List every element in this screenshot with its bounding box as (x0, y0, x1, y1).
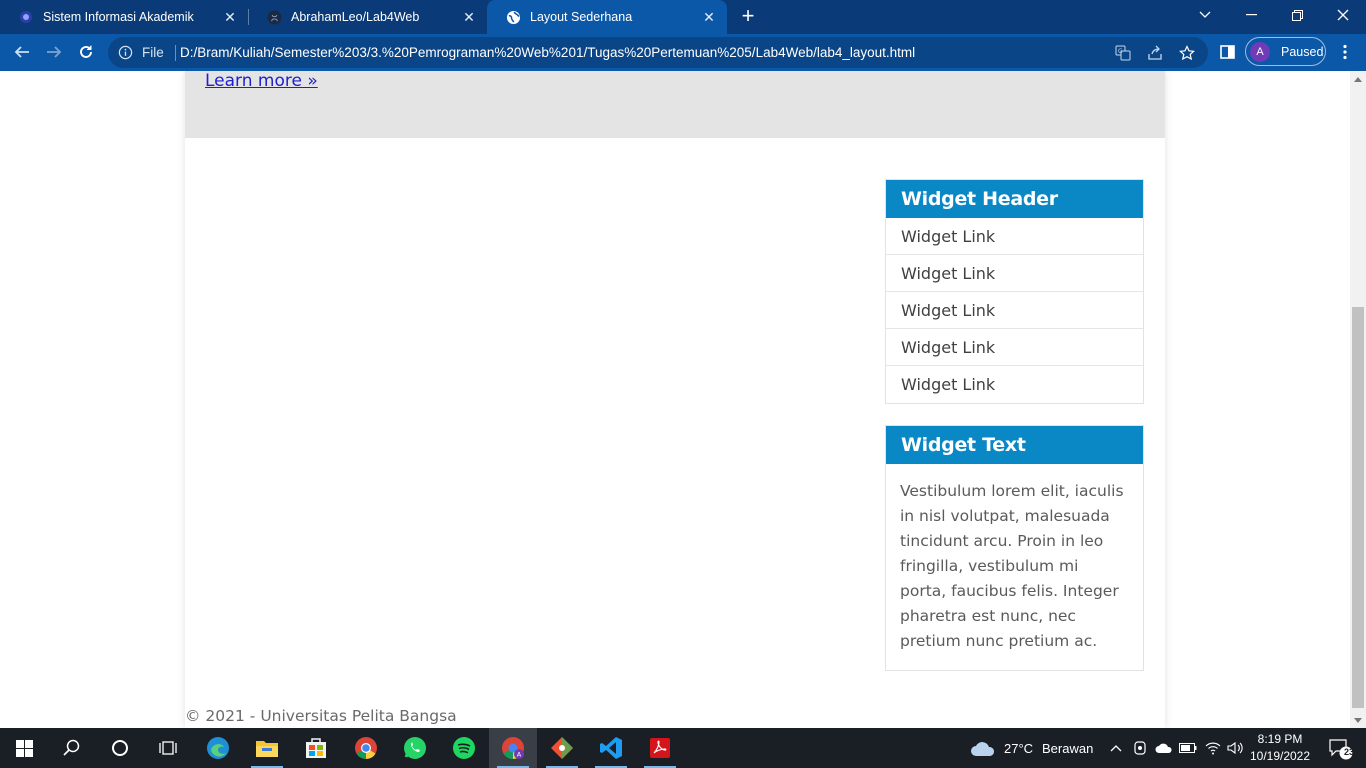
tab-title: Sistem Informasi Akademik (43, 10, 194, 24)
close-window-button[interactable] (1320, 0, 1366, 30)
weather-condition[interactable]: Berawan (1042, 741, 1093, 756)
info-icon[interactable] (118, 45, 133, 60)
cortana-icon[interactable] (96, 728, 144, 768)
url-text[interactable]: D:/Bram/Kuliah/Semester%203/3.%20Pemrogr… (180, 45, 915, 60)
weather-cloud-icon[interactable] (960, 728, 1006, 768)
whatsapp-icon[interactable] (391, 728, 439, 768)
more-menu-icon[interactable] (1333, 40, 1357, 64)
notification-count: 23 (1344, 747, 1355, 757)
edge-icon[interactable] (194, 728, 242, 768)
profile-status: Paused (1281, 44, 1324, 59)
page-container: Learn more » Widget Header Widget Link W… (185, 71, 1165, 728)
profile-button[interactable]: A Paused (1245, 37, 1326, 66)
tab-title: Layout Sederhana (530, 10, 633, 24)
svg-text:A: A (517, 751, 522, 759)
chrome-icon[interactable] (342, 728, 390, 768)
battery-icon[interactable] (1178, 728, 1198, 768)
acrobat-reader-icon[interactable] (636, 728, 684, 768)
onedrive-cloud-icon[interactable] (1154, 728, 1174, 768)
new-tab-button[interactable]: + (736, 5, 760, 29)
notification-center-icon[interactable]: 23 (1318, 728, 1362, 768)
clock-date: 10/19/2022 (1249, 749, 1311, 763)
share-icon[interactable] (1146, 44, 1163, 61)
university-favicon-icon (18, 9, 34, 25)
microsoft-store-icon[interactable] (292, 728, 340, 768)
side-panel-icon[interactable] (1215, 40, 1239, 64)
weather-temperature[interactable]: 27°C (1004, 741, 1033, 756)
widget-link[interactable]: Widget Link (886, 366, 1143, 403)
reload-icon[interactable] (74, 40, 98, 64)
clock-time: 8:19 PM (1257, 732, 1303, 746)
close-tab-icon[interactable]: ✕ (701, 9, 717, 25)
forward-arrow-icon[interactable] (42, 40, 66, 64)
task-view-icon[interactable] (144, 728, 192, 768)
page-viewport: Learn more » Widget Header Widget Link W… (0, 71, 1350, 728)
scroll-up-arrow-icon[interactable] (1350, 71, 1366, 87)
widget-link[interactable]: Widget Link (886, 218, 1143, 255)
vscode-icon[interactable] (587, 728, 635, 768)
tab-sistem-informasi-akademik[interactable]: Sistem Informasi Akademik ✕ (0, 0, 248, 34)
minimize-button[interactable] (1228, 0, 1274, 30)
close-tab-icon[interactable]: ✕ (461, 9, 477, 25)
globe-icon (505, 9, 521, 25)
chevron-up-icon[interactable] (1106, 728, 1126, 768)
svg-text:G: G (1118, 48, 1123, 55)
tab-title: AbrahamLeo/Lab4Web (291, 10, 420, 24)
wifi-icon[interactable] (1203, 728, 1223, 768)
widget-header: Widget Text (886, 426, 1143, 464)
widget-link[interactable]: Widget Link (886, 255, 1143, 292)
browser-toolbar: File D:/Bram/Kuliah/Semester%203/3.%20Pe… (0, 34, 1366, 71)
windows-taskbar: A 27°C Berawan 8:19 PM 10/19/2022 23 (0, 728, 1366, 768)
tab-strip: Sistem Informasi Akademik ✕ AbrahamLeo/L… (0, 0, 1366, 34)
close-tab-icon[interactable]: ✕ (222, 9, 238, 25)
tab-github-lab4web[interactable]: AbrahamLeo/Lab4Web ✕ (248, 0, 487, 34)
scroll-down-arrow-icon[interactable] (1350, 712, 1366, 728)
avatar: A (1250, 41, 1270, 62)
widget-links: Widget Header Widget Link Widget Link Wi… (885, 179, 1144, 404)
file-explorer-icon[interactable] (243, 728, 291, 768)
spotify-icon[interactable] (440, 728, 488, 768)
widget-link[interactable]: Widget Link (886, 292, 1143, 329)
widget-link[interactable]: Widget Link (886, 329, 1143, 366)
widget-header: Widget Header (886, 180, 1143, 218)
vertical-scrollbar[interactable] (1350, 71, 1366, 728)
system-clock[interactable]: 8:19 PM 10/19/2022 (1244, 731, 1316, 765)
widget-text-box: Widget Text Vestibulum lorem elit, iacul… (885, 425, 1144, 671)
learn-more-link[interactable]: Learn more » (205, 71, 318, 91)
widget-body-text: Vestibulum lorem elit, iaculis in nisl v… (900, 482, 1124, 650)
page-footer: © 2021 - Universitas Pelita Bangsa (185, 707, 457, 725)
volume-icon[interactable] (1225, 728, 1245, 768)
address-bar[interactable]: File D:/Bram/Kuliah/Semester%203/3.%20Pe… (108, 37, 1208, 68)
address-divider (175, 45, 176, 61)
github-icon (266, 9, 282, 25)
search-icon[interactable] (48, 728, 96, 768)
tab-layout-sederhana[interactable]: Layout Sederhana ✕ (487, 0, 727, 34)
scrollbar-thumb[interactable] (1352, 307, 1364, 708)
translate-icon[interactable]: G (1114, 44, 1131, 61)
chrome-profile-icon[interactable]: A (489, 728, 537, 768)
bookmark-star-icon[interactable] (1178, 44, 1195, 61)
tab-search-chevron-icon[interactable] (1182, 0, 1228, 30)
hero-section: Learn more » (185, 71, 1165, 138)
scheme-label: File (142, 45, 164, 60)
restore-button[interactable] (1274, 0, 1320, 30)
git-kraken-icon[interactable] (538, 728, 586, 768)
meet-now-icon[interactable] (1130, 728, 1150, 768)
back-arrow-icon[interactable] (10, 40, 34, 64)
windows-start-icon[interactable] (0, 728, 48, 768)
